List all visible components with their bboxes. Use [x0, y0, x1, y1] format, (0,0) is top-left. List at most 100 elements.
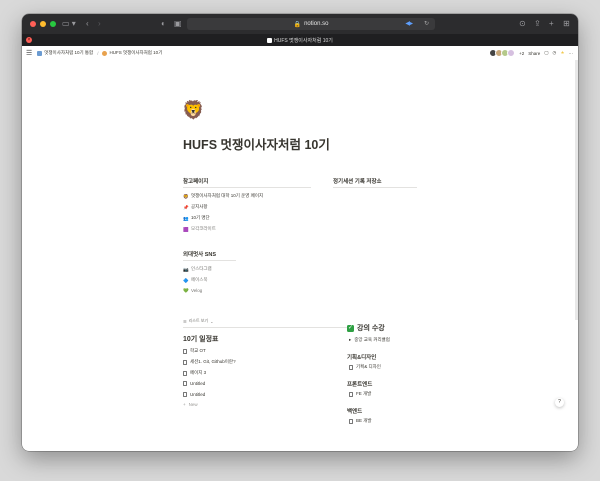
zoom-window-button[interactable]	[50, 21, 56, 27]
new-label: New	[188, 402, 198, 407]
privacy-shield-icon[interactable]: ◐	[161, 14, 166, 34]
toggle-curriculum[interactable]: ▸ 중앙 교육 커리큘럼	[349, 337, 390, 343]
list-item-label: Untitled	[190, 381, 206, 386]
breadcrumb: 멋쟁이사자처럼 10기 통합 / HUFS 멋쟁이사자처럼 10기	[37, 50, 162, 56]
plus-icon: +	[183, 402, 186, 407]
tab-overview-icon[interactable]: ⊞	[563, 14, 570, 34]
avatar-group[interactable]	[489, 49, 516, 57]
share-icon[interactable]: ⇪	[534, 14, 541, 34]
safari-titlebar: ▭ ▾ ‹ › ◐ ▣ 🔒 notion.so ◀▸ ↻ ⊙ ⇪ + ⊞	[22, 14, 578, 34]
new-item-button[interactable]: + New	[183, 402, 198, 407]
ref-section-heading: 참고페이지	[183, 177, 311, 188]
list-item-label: 페이지 3	[190, 370, 207, 375]
sns-link-instagram[interactable]: 📷 인스타그램	[183, 266, 212, 272]
share-button[interactable]: Share	[528, 51, 540, 56]
menu-icon[interactable]: ☰	[26, 49, 32, 57]
favorite-star-icon[interactable]: ★	[560, 50, 564, 56]
comment-icon[interactable]: ▢	[544, 50, 548, 56]
page-icon	[349, 364, 353, 370]
link-label: 페이스북	[191, 277, 208, 282]
downloads-icon[interactable]: ⊙	[519, 14, 526, 34]
sns-link-facebook[interactable]: 🔷 페이스북	[183, 277, 208, 283]
breadcrumb-item-page[interactable]: HUFS 멋쟁이사자처럼 10기	[109, 50, 162, 56]
list-item-label: Untitled	[190, 392, 206, 397]
link-label: Velog	[191, 288, 203, 293]
reload-icon[interactable]: ↻	[424, 20, 429, 27]
forward-icon[interactable]: ›	[98, 14, 101, 34]
link-label: 모각코라이트	[191, 226, 216, 231]
avatar	[507, 49, 516, 57]
page-content: 🦁 HUFS 멋쟁이사자처럼 10기 참고페이지 🦁 멋쟁이사자처럼 대학 10…	[22, 60, 578, 451]
list-item[interactable]: 페이지 3	[183, 370, 206, 376]
close-tab-icon[interactable]: ×	[26, 37, 32, 43]
lion-icon: 🦁	[183, 193, 189, 199]
link-label: BE 개발	[356, 418, 372, 423]
scrollbar[interactable]	[575, 60, 578, 320]
divider	[183, 327, 353, 328]
backend-link[interactable]: BE 개발	[349, 418, 372, 424]
lion-icon	[102, 50, 108, 56]
frontend-heading: 프론트엔드	[347, 382, 373, 388]
minimize-window-button[interactable]	[40, 21, 46, 27]
list-item-label: 세션1. Git, Github이란?	[190, 359, 236, 364]
planning-design-link[interactable]: 기획& 디자인	[349, 364, 381, 370]
camera-icon: 📷	[183, 266, 189, 272]
help-button[interactable]: ?	[555, 398, 564, 407]
lecture-heading: ✓ 강의 수강	[347, 323, 385, 333]
database-title[interactable]: 10기 일정표	[183, 334, 219, 344]
backend-heading: 백엔드	[347, 409, 363, 415]
list-item[interactable]: Untitled	[183, 381, 205, 386]
more-icon[interactable]: ···	[569, 51, 574, 56]
planning-design-heading: 기획&디자인	[347, 355, 377, 361]
extension-icon[interactable]: ◀▸	[405, 20, 413, 27]
tab-bar: × HUFS 멋쟁이사자처럼 10기	[22, 34, 578, 46]
workspace-icon	[37, 50, 43, 56]
ref-link-mogakco[interactable]: 🟪 모각코라이트	[183, 226, 216, 232]
chevron-down-icon: ⌄	[210, 318, 214, 324]
ref-link-notice[interactable]: 📌 공지사항	[183, 204, 208, 210]
close-window-button[interactable]	[30, 21, 36, 27]
clock-icon[interactable]: ◷	[553, 50, 557, 56]
lock-icon: 🔒	[293, 21, 302, 28]
list-item[interactable]: Untitled	[183, 392, 205, 397]
people-icon: 👥	[183, 215, 189, 221]
back-icon[interactable]: ‹	[86, 14, 89, 34]
tab-group-icon[interactable]: ▣	[174, 14, 182, 34]
toggle-label: 중앙 교육 커리큘럼	[354, 337, 390, 342]
page-icon[interactable]: 🦁	[182, 100, 204, 120]
link-label: 멋쟁이사자처럼 대학 10기 운영 페이지	[191, 193, 264, 198]
page-icon	[183, 348, 187, 354]
page-icon	[183, 370, 187, 376]
list-view-selector[interactable]: ☰ 리스트 보기 ⌄	[183, 318, 213, 324]
view-label: 리스트 보기	[188, 318, 209, 323]
page-icon	[183, 392, 187, 397]
link-label: 10기 명단	[191, 215, 210, 220]
diamond-icon: 🔷	[183, 277, 189, 283]
page-title[interactable]: HUFS 멋쟁이사자처럼 10기	[183, 134, 330, 153]
toggle-arrow-icon[interactable]: ▸	[349, 337, 351, 343]
link-label: FE 개발	[356, 391, 372, 396]
ref-link-operations[interactable]: 🦁 멋쟁이사자처럼 대학 10기 운영 페이지	[183, 193, 263, 199]
list-item[interactable]: 학교 OT	[183, 348, 206, 354]
address-bar[interactable]: 🔒 notion.so ◀▸ ↻	[187, 18, 435, 30]
breadcrumb-separator: /	[97, 50, 99, 56]
link-label: 인스타그램	[191, 266, 212, 271]
traffic-lights	[30, 21, 56, 27]
page-icon	[349, 418, 353, 424]
breadcrumb-item-workspace[interactable]: 멋쟁이사자처럼 10기 통합	[44, 50, 93, 56]
page-icon	[183, 359, 187, 365]
page-icon	[183, 381, 187, 386]
link-label: 공지사항	[191, 204, 208, 209]
list-icon: ☰	[183, 318, 187, 324]
ref-link-roster[interactable]: 👥 10기 명단	[183, 215, 210, 221]
sns-link-velog[interactable]: 💚 Velog	[183, 288, 202, 293]
notion-favicon-icon	[267, 37, 273, 43]
tab-title: HUFS 멋쟁이사자처럼 10기	[274, 37, 333, 44]
frontend-link[interactable]: FE 개발	[349, 391, 371, 397]
sidebar-toggle-icon[interactable]: ▭ ▾	[62, 14, 76, 34]
list-item[interactable]: 세션1. Git, Github이란?	[183, 359, 236, 365]
lecture-title: 강의 수강	[357, 325, 385, 332]
list-item-label: 학교 OT	[190, 348, 206, 353]
new-tab-icon[interactable]: +	[549, 14, 554, 34]
active-tab[interactable]: HUFS 멋쟁이사자처럼 10기	[267, 37, 333, 44]
